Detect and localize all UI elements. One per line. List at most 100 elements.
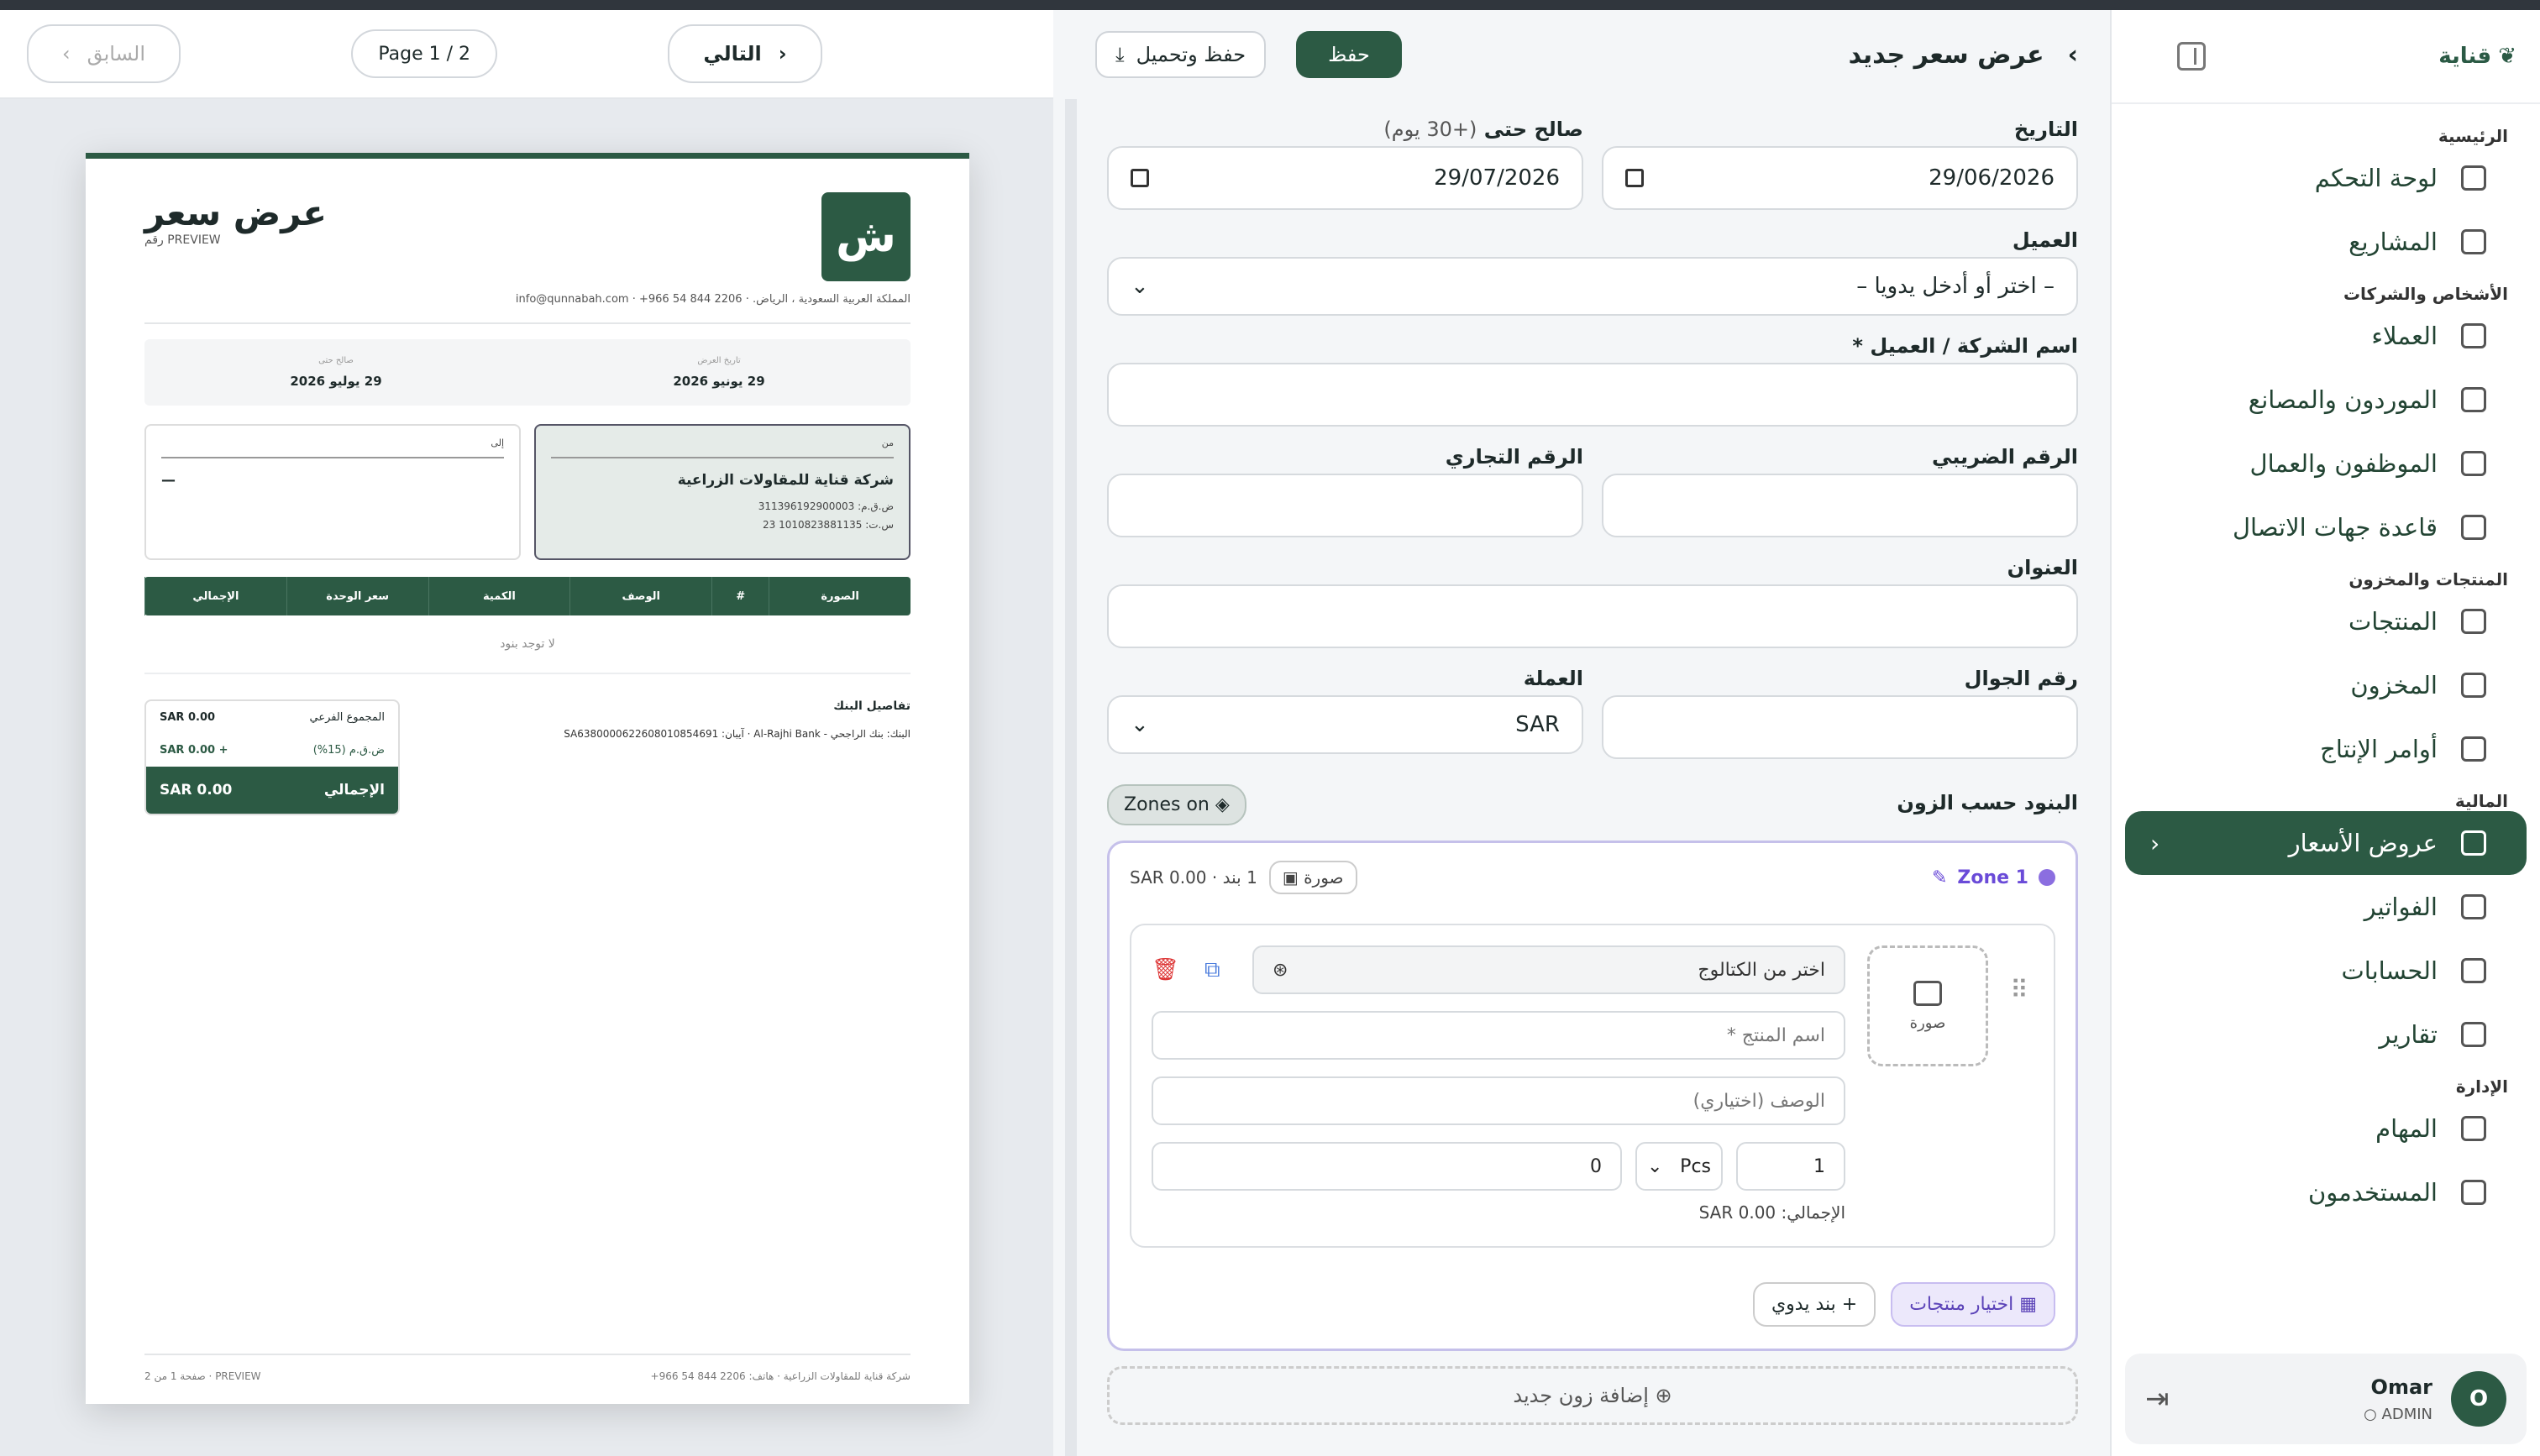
quote-form: التاريخ 29/06/2026 صالح حتى (+30 يوم) 29… [1065,99,2108,1456]
avatar: O [2451,1371,2506,1427]
valid-until-input[interactable]: 29/07/2026 [1107,146,1583,210]
book-icon [2461,515,2486,540]
sidebar-item[interactable]: عروض الأسعار ‹ [2125,811,2527,875]
address-input[interactable] [1107,584,2078,648]
user-card[interactable]: O Omar ADMIN ○ ⇥ [2125,1354,2527,1444]
drag-handle-icon[interactable]: ⠿ [2010,976,2028,1005]
next-page-button[interactable]: التالي › [668,24,822,83]
sidebar-item[interactable]: المنتجات [2125,589,2527,653]
sidebar-item[interactable]: الموظفون والعمال [2125,432,2527,495]
window-top-bar [0,0,2540,10]
preview-nav: ‹ السابق Page 1 / 2 التالي › [0,10,1053,99]
client-select[interactable]: – اختر أو أدخل يدويا – ⌄ [1107,257,2078,316]
pick-products-button[interactable]: ▦ اختيار منتجات [1891,1282,2055,1327]
sidebar-item-label: أوامر الإنتاج [2320,735,2438,763]
cr-number-input[interactable] [1107,474,1583,537]
doc-footer: شركة قناية للمقاولات الزراعية · هاتف: 22… [144,1354,911,1382]
doc-totals: المجموع الفرعي SAR 0.00 ض.ق.م (15%) + SAR … [144,699,400,815]
catalog-picker[interactable]: اختر من الكتالوج ⊛ [1252,945,1845,994]
sidebar-item[interactable]: لوحة التحكم [2125,146,2527,210]
sidebar-section-title: الأشخاص والشركات [2343,284,2508,304]
zones-toggle-button[interactable]: Zones on ◈ [1107,784,1246,825]
sidebar-item-label: لوحة التحكم [2314,164,2438,192]
chevron-down-icon: ⌄ [1131,712,1149,737]
doc-from: من شركة قناية للمقاولات الزراعية ض.ق.م: … [534,424,911,560]
leaf-icon: ❦ [2498,44,2516,69]
sidebar-item-label: العملاء [2371,322,2438,350]
unit-price-input[interactable]: 0 [1152,1142,1622,1191]
doc-col-header: الكمية [428,577,570,615]
sidebar-item[interactable]: قاعدة جهات الاتصال [2125,495,2527,559]
back-chevron-icon[interactable]: › [2068,40,2078,70]
sidebar-item-label: الموظفون والعمال [2249,449,2438,478]
invoice-icon [2461,894,2486,919]
sidebar-item[interactable]: الموردون والمصانع [2125,368,2527,432]
grid-icon: ▦ [2019,1294,2037,1315]
product-name-input[interactable]: اسم المنتج * [1152,1011,1845,1060]
sidebar-item[interactable]: تقارير [2125,1003,2527,1066]
zone-name[interactable]: ✎ Zone 1 [1932,867,2055,888]
sidebar-nav: الرئيسية لوحة التحكم المشاريع الأشخاص والشر… [2112,104,2540,1224]
doc-to: إلى — [144,424,521,560]
sidebar-item[interactable]: المشاريع [2125,210,2527,274]
sidebar-item[interactable]: المهام [2125,1097,2527,1160]
item-image-upload[interactable]: صورة [1867,945,1988,1066]
address-label: العنوان [2007,556,2078,579]
edit-icon[interactable]: ✎ [1932,867,1947,888]
zone-image-button[interactable]: صورة ▣ [1268,861,1357,894]
date-input[interactable]: 29/06/2026 [1602,146,2078,210]
manual-item-button[interactable]: + بند يدوي [1752,1282,1876,1327]
sidebar-item[interactable]: المستخدمون [2125,1160,2527,1224]
calendar-icon[interactable] [1625,169,1644,187]
description-input[interactable]: الوصف (اختياري) [1152,1076,1845,1125]
dollar-icon [2461,958,2486,983]
sidebar-item-label: المشاريع [2348,228,2438,256]
phone-label: رقم الجوال [1964,667,2078,690]
sidebar-item[interactable]: أوامر الإنتاج [2125,717,2527,781]
sidebar-item[interactable]: الحسابات [2125,939,2527,1003]
production-icon [2461,736,2486,762]
document-preview: ‹ السابق Page 1 / 2 التالي › ش عرض سعر رقم … [0,10,1053,1456]
users-icon [2461,1180,2486,1205]
doc-number: رقم PREVIEW [144,233,221,247]
sidebar-item-label: قاعدة جهات الاتصال [2232,513,2438,542]
doc-title: عرض سعر [144,192,328,233]
sidebar-item[interactable]: العملاء [2125,304,2527,368]
sidebar-item[interactable]: المخزون [2125,653,2527,717]
doc-empty: لا توجد بنود [144,615,911,674]
prev-page-button[interactable]: ‹ السابق [27,24,181,83]
logout-icon[interactable]: ⇥ [2145,1382,2170,1416]
add-zone-button[interactable]: ⊕ إضافة زون جديد [1107,1366,2078,1425]
save-button[interactable]: حفظ [1296,31,1402,78]
company-logo: ش [821,192,911,281]
user-name: Omar [2370,1375,2432,1399]
sidebar-item-label: الفواتير [2364,893,2438,921]
company-input[interactable] [1107,363,2078,427]
quantity-input[interactable]: 1 [1736,1142,1845,1191]
brand-name: قناية [2438,44,2492,69]
page-title: › عرض سعر جديد [1849,40,2078,70]
tax-number-input[interactable] [1602,474,2078,537]
chevron-down-icon: ⌄ [1131,274,1149,299]
delete-icon[interactable]: 🗑 [1152,957,1179,983]
unit-select[interactable]: Pcs ⌄ [1635,1142,1723,1191]
calendar-icon[interactable] [1131,169,1149,187]
sidebar-item[interactable]: الفواتير [2125,875,2527,939]
brand-logo: ❦ قناية [2438,44,2516,69]
chevron-right-icon: › [778,42,787,65]
doc-dates: تاريخ العرض 29 يونيو 2026 صالح حتى 29 يولي… [144,339,911,406]
doc-bank: تفاصيل البنك البنك: بنك الراجحي - Al-Rajh… [564,699,911,740]
doc-col-header: الوصف [569,577,711,615]
currency-select[interactable]: SAR ⌄ [1107,695,1583,754]
sidebar-item-label: الحسابات [2341,956,2438,985]
sidebar-collapse-icon[interactable] [2177,42,2206,71]
zone-color-dot [2039,869,2055,886]
check-icon [2461,1116,2486,1141]
doc-date: 29 يونيو 2026 [673,374,765,389]
doc-col-header: # [711,577,769,615]
save-download-button[interactable]: حفظ وتحميل ⤓ [1095,31,1267,78]
sidebar: ❦ قناية الرئيسية لوحة التحكم المشاريع الأشخا… [2110,10,2540,1456]
duplicate-icon[interactable]: ⧉ [1204,957,1220,983]
phone-input[interactable] [1602,695,2078,759]
box-icon [2461,609,2486,634]
